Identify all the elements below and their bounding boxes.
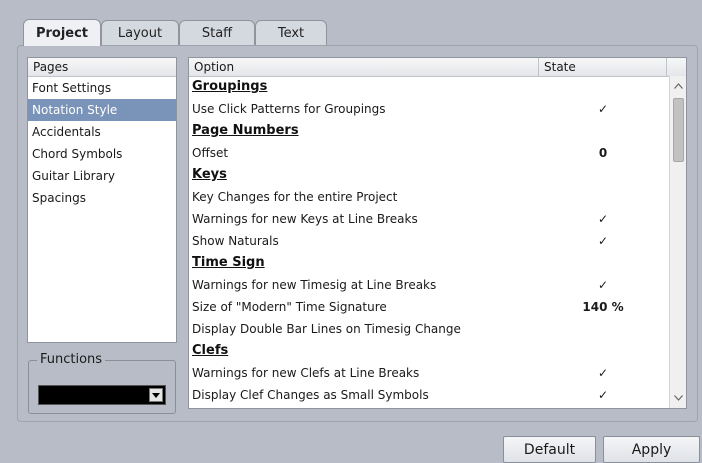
table-row[interactable]: Warnings for new Timesig at Line Breaks ✓ <box>189 274 669 296</box>
table-row[interactable]: Display Clef Changes as Small Symbols ✓ <box>189 384 669 406</box>
functions-group: Functions <box>28 352 176 414</box>
option-label: Size of "Modern" Time Signature <box>192 300 387 314</box>
pages-list: Pages Font Settings Notation Style Accid… <box>27 57 177 343</box>
table-header: Option State <box>189 58 686 77</box>
check-icon[interactable]: ✓ <box>539 230 667 252</box>
column-header-option[interactable]: Option <box>189 58 539 76</box>
table-body: Groupings Use Click Patterns for Grouping… <box>189 76 669 406</box>
option-label: Offset <box>192 146 229 160</box>
tab-text[interactable]: Text <box>255 20 327 45</box>
option-label: Display Clef Changes as Small Symbols <box>192 388 429 402</box>
pages-item-accidentals[interactable]: Accidentals <box>28 121 176 143</box>
table-row[interactable]: Warnings for new Clefs at Line Breaks ✓ <box>189 362 669 384</box>
functions-select[interactable] <box>38 385 166 405</box>
section-row: Keys <box>189 164 669 186</box>
table-row[interactable]: Warnings for new Keys at Line Breaks ✓ <box>189 208 669 230</box>
tab-staff[interactable]: Staff <box>179 20 255 45</box>
apply-button[interactable]: Apply <box>603 436 700 463</box>
column-header-state[interactable]: State <box>539 58 667 76</box>
check-icon[interactable]: ✓ <box>539 208 667 230</box>
option-label: Warnings for new Clefs at Line Breaks <box>192 366 420 380</box>
section-heading: Time Sign <box>192 255 265 270</box>
section-heading: Page Numbers <box>192 123 299 138</box>
default-button[interactable]: Default <box>503 436 596 463</box>
options-table: Option State Groupings Use Click Patterns… <box>188 57 687 409</box>
option-label: Key Changes for the entire Project <box>192 190 398 204</box>
section-row: Groupings <box>189 76 669 98</box>
scroll-up-icon[interactable] <box>670 78 686 94</box>
option-label: Show Naturals <box>192 234 279 248</box>
check-icon[interactable]: ✓ <box>539 274 667 296</box>
option-label: Warnings for new Keys at Line Breaks <box>192 212 418 226</box>
table-row[interactable]: Show Naturals ✓ <box>189 230 669 252</box>
tab-project[interactable]: Project <box>23 19 101 46</box>
vertical-scrollbar[interactable] <box>669 76 686 408</box>
state-value[interactable]: 140 % <box>539 296 667 318</box>
section-heading: Clefs <box>192 343 229 358</box>
tab-layout[interactable]: Layout <box>101 20 179 45</box>
check-icon[interactable]: ✓ <box>539 384 667 406</box>
table-row[interactable]: Size of "Modern" Time Signature 140 % <box>189 296 669 318</box>
scrollbar-thumb[interactable] <box>673 98 684 162</box>
chevron-down-icon[interactable] <box>149 388 163 402</box>
state-value[interactable]: 0 <box>539 142 667 164</box>
option-label: Warnings for new Timesig at Line Breaks <box>192 278 437 292</box>
pages-item-font-settings[interactable]: Font Settings <box>28 77 176 99</box>
check-icon[interactable]: ✓ <box>539 362 667 384</box>
table-row[interactable]: Offset 0 <box>189 142 669 164</box>
table-row[interactable]: Key Changes for the entire Project <box>189 186 669 208</box>
pages-item-spacings[interactable]: Spacings <box>28 187 176 209</box>
option-label: Display Double Bar Lines on Timesig Chan… <box>192 322 461 336</box>
section-row: Clefs <box>189 340 669 362</box>
functions-label: Functions <box>37 352 106 367</box>
table-row[interactable]: Use Click Patterns for Groupings ✓ <box>189 98 669 120</box>
option-label: Use Click Patterns for Groupings <box>192 102 386 116</box>
section-row: Page Numbers <box>189 120 669 142</box>
pages-item-guitar-library[interactable]: Guitar Library <box>28 165 176 187</box>
section-row: Time Sign <box>189 252 669 274</box>
pages-item-chord-symbols[interactable]: Chord Symbols <box>28 143 176 165</box>
section-heading: Keys <box>192 167 227 182</box>
scroll-down-icon[interactable] <box>670 390 686 406</box>
check-icon[interactable]: ✓ <box>539 98 667 120</box>
pages-item-notation-style[interactable]: Notation Style <box>28 99 176 121</box>
section-heading: Groupings <box>192 79 268 94</box>
table-row[interactable]: Display Double Bar Lines on Timesig Chan… <box>189 318 669 340</box>
pages-header: Pages <box>28 58 176 77</box>
